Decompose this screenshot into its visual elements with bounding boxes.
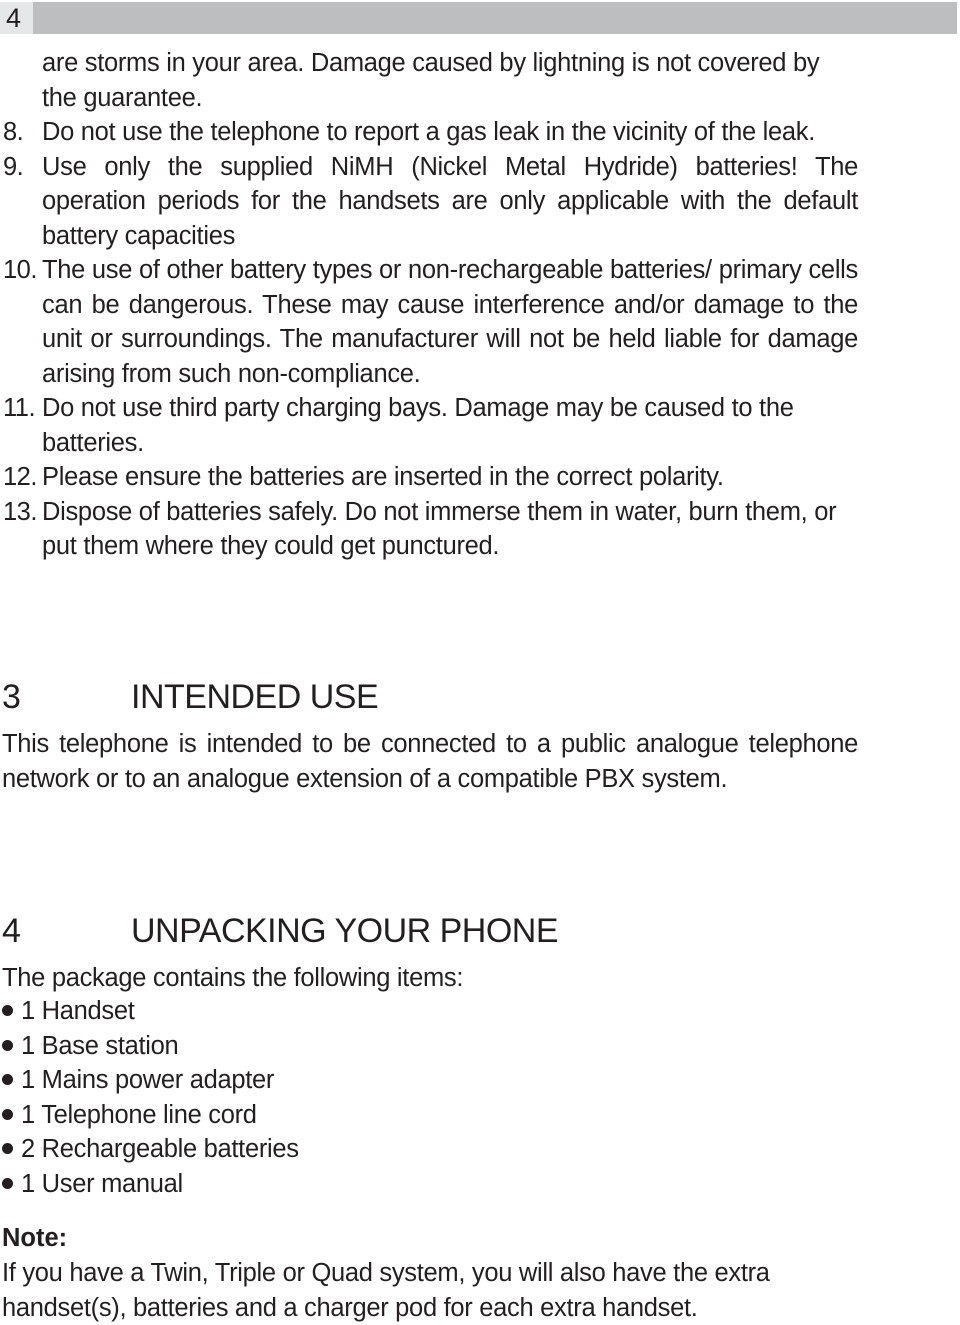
item-text: Dispose of batteries safely. Do not imme… bbox=[42, 497, 837, 561]
package-item-text: 1 User manual bbox=[21, 1169, 183, 1198]
package-item: 1 User manual bbox=[2, 1167, 299, 1202]
bullet-icon bbox=[2, 1039, 13, 1051]
page-header: 4 bbox=[0, 2, 957, 34]
continued-text: are storms in your area. Damage caused b… bbox=[42, 49, 820, 112]
package-item-text: 2 Rechargeable batteries bbox=[21, 1135, 299, 1163]
package-item-text: 1 Mains power adapter bbox=[21, 1066, 275, 1094]
item-number: 8. bbox=[3, 118, 24, 146]
item-text: Please ensure the batteries are inserted… bbox=[42, 463, 724, 491]
unpacking-intro: The package contains the following items… bbox=[2, 964, 464, 992]
item-number: 13. bbox=[3, 497, 37, 526]
list-item: 13. Dispose of batteries safely. Do not … bbox=[0, 495, 960, 564]
item-text: Do not use third party charging bays. Da… bbox=[42, 394, 794, 457]
header-bar bbox=[33, 2, 957, 34]
bullet-icon bbox=[2, 1108, 13, 1120]
item-text: Do not use the telephone to report a gas… bbox=[42, 118, 816, 146]
section-number: 4 bbox=[2, 912, 21, 950]
list-item: 8. Do not use the telephone to report a … bbox=[0, 115, 960, 150]
section-title: UNPACKING YOUR PHONE bbox=[131, 912, 559, 950]
section-title: INTENDED USE bbox=[131, 678, 379, 716]
package-item: 1 Telephone line cord bbox=[2, 1098, 299, 1133]
package-item-text: 1 Handset bbox=[21, 997, 135, 1025]
item-number: 10. bbox=[3, 256, 37, 284]
item-text: Use only the supplied NiMH (Nickel Metal… bbox=[42, 152, 858, 250]
list-item: 10. The use of other battery types or no… bbox=[0, 253, 960, 391]
item-text: The use of other battery types or non-re… bbox=[42, 256, 858, 388]
package-item: 1 Base station bbox=[2, 1029, 299, 1064]
list-item: 9. Use only the supplied NiMH (Nickel Me… bbox=[0, 150, 960, 254]
bullet-icon bbox=[2, 1143, 13, 1154]
bullet-icon bbox=[2, 1074, 13, 1085]
package-item: 1 Handset bbox=[2, 994, 299, 1029]
package-item-text: 1 Base station bbox=[21, 1031, 179, 1060]
item-number: 12. bbox=[3, 463, 37, 491]
safety-list: are storms in your area. Damage caused b… bbox=[0, 46, 960, 564]
note-text: If you have a Twin, Triple or Quad syste… bbox=[2, 1259, 770, 1322]
list-item: 12. Please ensure the batteries are inse… bbox=[0, 460, 960, 495]
package-contents-list: 1 Handset 1 Base station 1 Mains power a… bbox=[2, 994, 299, 1201]
item-number: 11. bbox=[3, 394, 36, 422]
package-item: 1 Mains power adapter bbox=[2, 1063, 299, 1098]
bullet-icon bbox=[2, 1005, 13, 1016]
package-item: 2 Rechargeable batteries bbox=[2, 1132, 299, 1167]
section-number: 3 bbox=[2, 678, 21, 716]
package-item-text: 1 Telephone line cord bbox=[21, 1100, 257, 1129]
item-number: 9. bbox=[3, 152, 24, 181]
note-label: Note: bbox=[2, 1224, 68, 1252]
list-item: 11. Do not use third party charging bays… bbox=[0, 391, 960, 460]
intended-use-paragraph: This telephone is intended to be connect… bbox=[2, 730, 858, 793]
page-number-box: 4 bbox=[0, 2, 33, 34]
bullet-icon bbox=[2, 1177, 13, 1189]
list-item-continued: are storms in your area. Damage caused b… bbox=[0, 46, 960, 115]
page-number: 4 bbox=[6, 3, 22, 33]
